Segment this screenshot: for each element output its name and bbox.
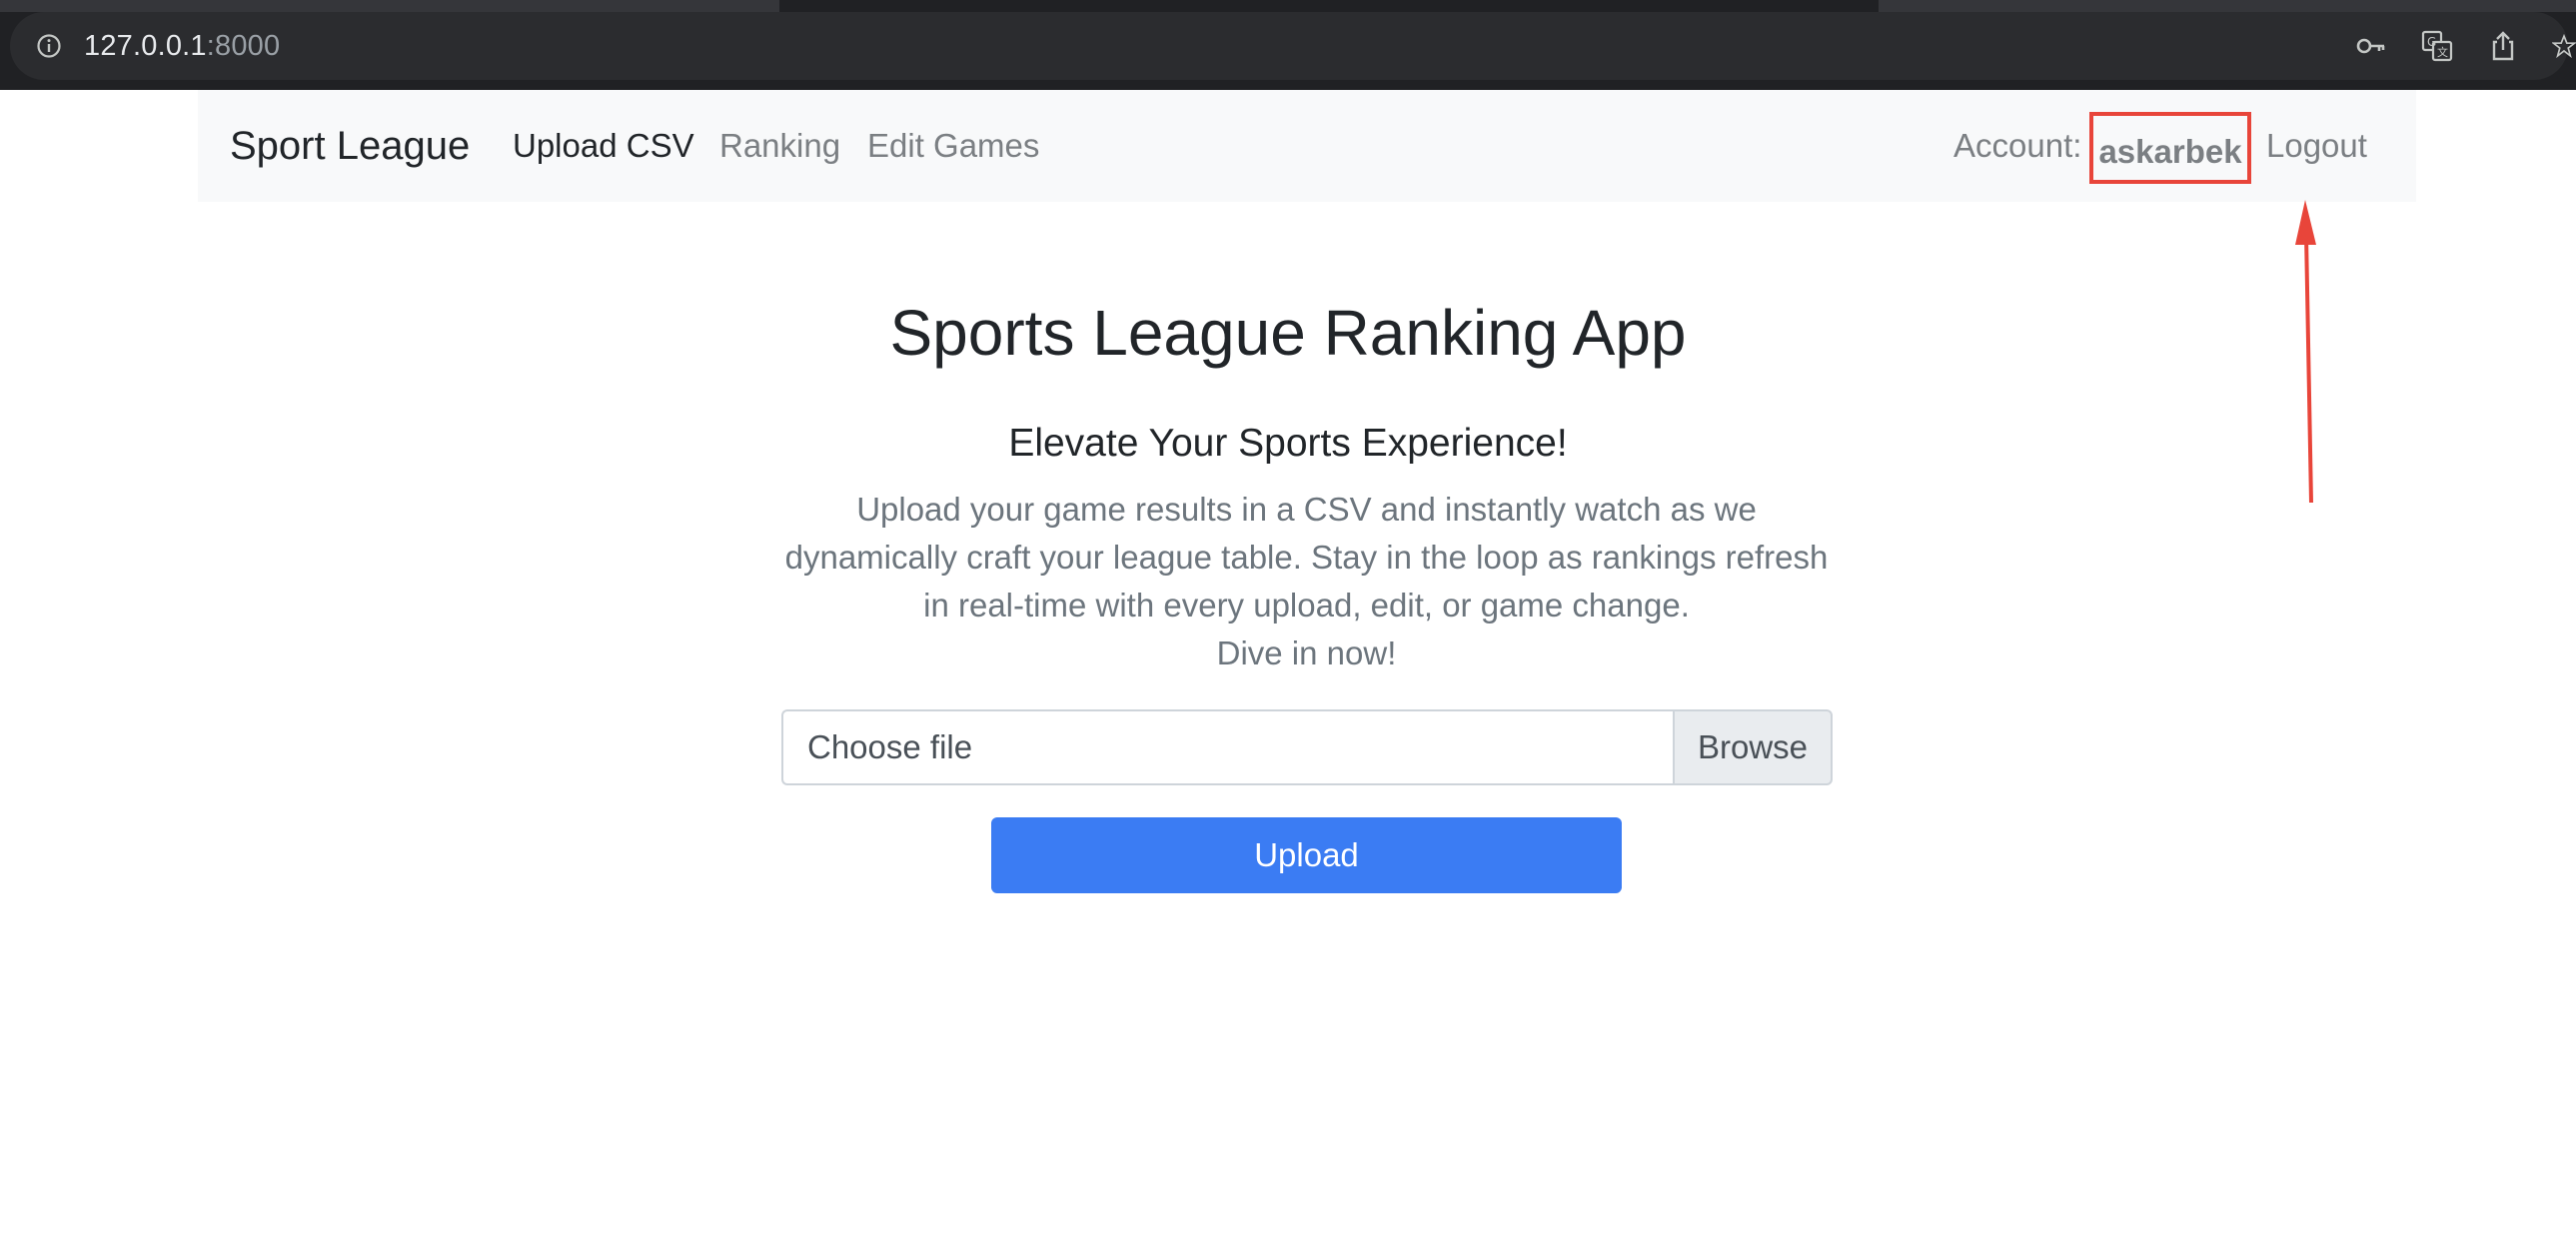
share-icon[interactable] [2486,29,2520,63]
browse-button[interactable]: Browse [1673,709,1833,785]
file-input[interactable]: Choose file [781,709,1673,785]
active-tab[interactable] [779,0,1879,12]
intro-line: dynamically craft your league table. Sta… [784,539,1829,576]
svg-text:文: 文 [2437,45,2448,59]
page-title: Sports League Ranking App [889,297,1687,369]
upload-button[interactable]: Upload [991,817,1622,893]
nav-link-ranking[interactable]: Ranking [719,90,840,202]
logout-link[interactable]: Logout [2266,90,2367,202]
url-port: :8000 [206,29,281,62]
intro-line: Upload your game results in a CSV and in… [856,491,1757,528]
nav-link-edit-games[interactable]: Edit Games [867,90,1039,202]
browser-toolbar: 127.0.0.1:8000 G 文 [0,0,2576,90]
account-username: askarbek [2089,112,2251,184]
star-icon[interactable] [2552,29,2576,63]
account-label: Account: [1953,127,2082,164]
nav-link-upload-csv[interactable]: Upload CSV [513,90,694,202]
address-bar[interactable]: 127.0.0.1:8000 [10,12,2568,80]
file-input-group: Choose file Browse [781,709,1833,785]
intro-line: in real-time with every upload, edit, or… [923,587,1690,624]
info-icon[interactable] [36,33,62,59]
navbar: Sport League Upload CSV Ranking Edit Gam… [198,90,2416,202]
intro-text: Upload your game results in a CSV and in… [774,486,1839,677]
tab-strip [0,0,2576,12]
intro-line: Dive in now! [1216,634,1397,671]
url-host: 127.0.0.1 [84,29,207,62]
page-subtitle: Elevate Your Sports Experience! [1008,422,1568,465]
translate-icon[interactable]: G 文 [2420,29,2454,63]
svg-text:G: G [2427,35,2436,49]
key-icon[interactable] [2354,29,2388,63]
browser-actions: G 文 [2354,24,2576,68]
url-text[interactable]: 127.0.0.1:8000 [84,30,280,63]
brand-link[interactable]: Sport League [230,90,470,202]
